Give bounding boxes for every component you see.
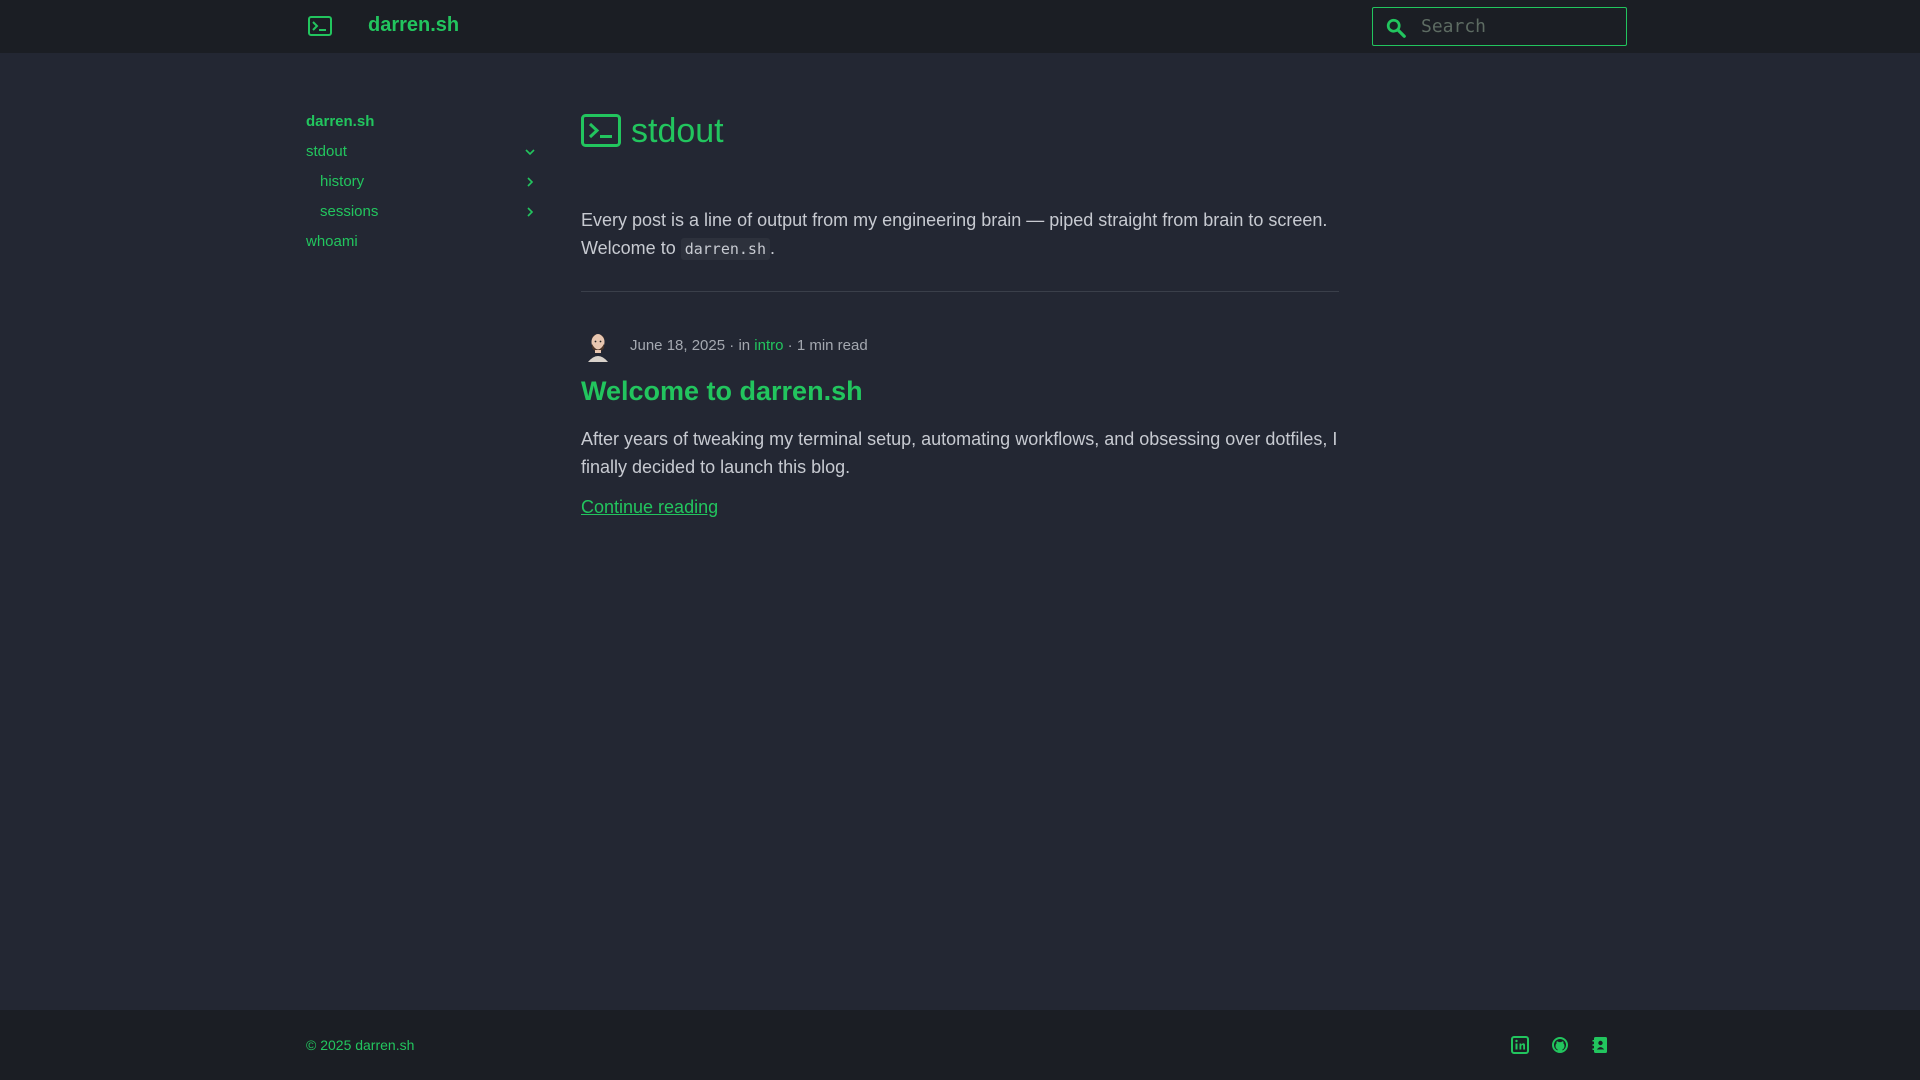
post-excerpt: After years of tweaking my terminal setu…: [581, 429, 1338, 477]
sidebar-item-history[interactable]: history: [306, 170, 538, 200]
sidebar-nav: darren.sh stdout history sessions whoami: [306, 110, 538, 260]
sidebar-item-stdout[interactable]: stdout: [306, 140, 538, 170]
sidebar-item-whoami[interactable]: whoami: [306, 230, 538, 260]
post-date: June 18, 2025: [630, 337, 726, 354]
linkedin-icon[interactable]: [1511, 1036, 1529, 1054]
search-icon: [1386, 18, 1406, 38]
contact-card-icon[interactable]: [1591, 1036, 1609, 1054]
post-card: June 18, 2025 · in intro · 1 min read We…: [581, 330, 1339, 518]
post-in-label: in: [738, 337, 751, 354]
copyright-text: © 2025 darren.sh: [306, 1037, 415, 1053]
continue-reading-link[interactable]: Continue reading: [581, 497, 718, 518]
top-navbar: darren.sh: [0, 0, 1920, 53]
sidebar-item-label: darren.sh: [306, 113, 375, 130]
terminal-icon: [581, 114, 621, 147]
sidebar-item-darren-sh[interactable]: darren.sh: [306, 110, 538, 140]
sidebar-item-sessions[interactable]: sessions: [306, 200, 538, 230]
main-content: stdout Every post is a line of output fr…: [581, 110, 1339, 518]
sidebar-item-label: sessions: [320, 203, 379, 220]
footer: © 2025 darren.sh: [0, 1010, 1920, 1080]
avatar: [588, 334, 608, 362]
github-icon[interactable]: [1551, 1036, 1569, 1054]
sidebar-item-label: stdout: [306, 143, 347, 160]
sidebar-item-label: whoami: [306, 233, 358, 250]
chevron-right-icon[interactable]: [522, 204, 538, 220]
post-category-link[interactable]: intro: [754, 337, 783, 354]
intro-end: .: [769, 238, 775, 258]
chevron-down-icon[interactable]: [522, 144, 538, 160]
post-meta: June 18, 2025 · in intro · 1 min read: [581, 330, 1339, 362]
terminal-logo-icon[interactable]: [308, 16, 332, 36]
site-title-link[interactable]: darren.sh: [368, 14, 459, 37]
page-title-text: stdout: [631, 112, 724, 150]
chevron-right-icon[interactable]: [522, 174, 538, 190]
post-title-link[interactable]: Welcome to darren.sh: [581, 374, 1339, 408]
post-read-time: 1 min read: [796, 337, 868, 354]
sidebar-item-label: history: [320, 173, 365, 190]
search-box[interactable]: [1372, 7, 1627, 46]
inline-code: darren.sh: [680, 238, 770, 260]
intro-paragraph: Every post is a line of output from my e…: [581, 206, 1339, 263]
search-input[interactable]: [1421, 8, 1621, 45]
divider: [581, 291, 1339, 292]
post-meta-text: June 18, 2025 · in intro · 1 min read: [630, 337, 868, 354]
page-title: stdout: [581, 110, 1339, 154]
